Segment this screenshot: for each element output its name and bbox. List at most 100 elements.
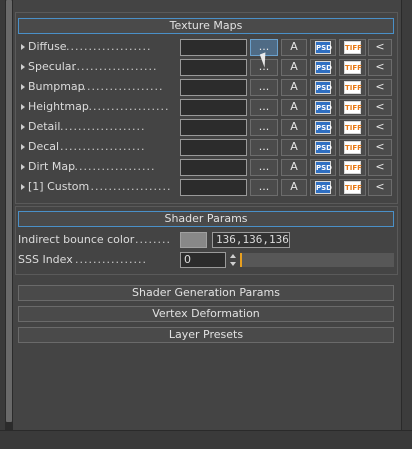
sss-index-row: SSS Index ................ 0: [18, 251, 396, 270]
texture-path-field[interactable]: [180, 139, 247, 156]
texture-row-label: Detail: [28, 120, 61, 133]
sss-index-spinner[interactable]: [229, 252, 238, 268]
color-swatch[interactable]: [180, 232, 207, 248]
expand-arrow-icon[interactable]: [21, 164, 25, 170]
bottom-bar: [0, 430, 412, 449]
tiff-file-icon: TIFF: [344, 41, 362, 54]
psd-button[interactable]: PSD: [310, 179, 336, 196]
texture-row-label: Dirt Map: [28, 160, 76, 173]
collapse-button[interactable]: <: [368, 39, 392, 56]
texture-maps-header[interactable]: Texture Maps: [18, 18, 394, 34]
spinner-up-icon[interactable]: [230, 254, 236, 258]
psd-button[interactable]: PSD: [310, 59, 336, 76]
expand-arrow-icon[interactable]: [21, 144, 25, 150]
psd-button[interactable]: PSD: [310, 159, 336, 176]
dot-leader: ...................: [78, 80, 164, 93]
browse-button[interactable]: ...: [250, 79, 278, 96]
psd-file-icon: PSD: [315, 141, 332, 154]
psd-button[interactable]: PSD: [310, 79, 336, 96]
tiff-file-icon: TIFF: [344, 181, 362, 194]
tiff-file-icon: TIFF: [344, 161, 362, 174]
indirect-bounce-color-row: Indirect bounce color ........ 136,136,1…: [18, 231, 396, 250]
tiff-button[interactable]: TIFF: [339, 139, 366, 156]
psd-file-icon: PSD: [315, 181, 332, 194]
texture-path-field[interactable]: [180, 59, 247, 76]
color-value-field[interactable]: 136,136,136: [212, 232, 290, 248]
a-button[interactable]: A: [281, 79, 307, 96]
texture-path-field[interactable]: [180, 99, 247, 116]
a-button[interactable]: A: [281, 59, 307, 76]
texture-path-field[interactable]: [180, 39, 247, 56]
expand-arrow-icon[interactable]: [21, 104, 25, 110]
texture-row: Specular...................... A PSD TIFF <: [18, 58, 396, 77]
collapse-button[interactable]: <: [368, 139, 392, 156]
a-button[interactable]: A: [281, 39, 307, 56]
dot-leader: ...................: [60, 140, 146, 153]
dot-leader: ...................: [70, 160, 156, 173]
texture-path-field[interactable]: [180, 79, 247, 96]
scrollbar-thumb[interactable]: [6, 0, 12, 422]
a-button[interactable]: A: [281, 139, 307, 156]
psd-file-icon: PSD: [315, 161, 332, 174]
dot-leader: ...................: [66, 40, 152, 53]
collapse-button[interactable]: <: [368, 59, 392, 76]
browse-button[interactable]: ...: [250, 159, 278, 176]
tiff-file-icon: TIFF: [344, 141, 362, 154]
expand-arrow-icon[interactable]: [21, 124, 25, 130]
expand-arrow-icon[interactable]: [21, 44, 25, 50]
tiff-file-icon: TIFF: [344, 61, 362, 74]
texture-path-field[interactable]: [180, 119, 247, 136]
tiff-file-icon: TIFF: [344, 101, 362, 114]
spinner-down-icon[interactable]: [230, 262, 236, 266]
shader-generation-params-header[interactable]: Shader Generation Params: [18, 285, 394, 301]
browse-button[interactable]: ...: [250, 179, 278, 196]
collapse-button[interactable]: <: [368, 99, 392, 116]
shader-params-header[interactable]: Shader Params: [18, 211, 394, 227]
material-panel: Texture Maps Diffuse....................…: [13, 0, 401, 430]
right-panel-edge: [401, 0, 412, 430]
browse-button[interactable]: ...: [250, 119, 278, 136]
browse-button[interactable]: ...: [250, 139, 278, 156]
texture-row: Detail...................... A PSD TIFF <: [18, 118, 396, 137]
sss-index-slider[interactable]: [240, 253, 394, 267]
expand-arrow-icon[interactable]: [21, 64, 25, 70]
texture-row-label: Specular: [28, 60, 77, 73]
tiff-button[interactable]: TIFF: [339, 39, 366, 56]
sss-index-input[interactable]: 0: [180, 252, 226, 268]
psd-button[interactable]: PSD: [310, 99, 336, 116]
tiff-button[interactable]: TIFF: [339, 159, 366, 176]
texture-row: Bumpmap...................... A PSD TIFF <: [18, 78, 396, 97]
texture-row-label: Bumpmap: [28, 80, 85, 93]
texture-row-label: Heightmap: [28, 100, 89, 113]
tiff-button[interactable]: TIFF: [339, 59, 366, 76]
browse-button[interactable]: ...: [250, 99, 278, 116]
a-button[interactable]: A: [281, 159, 307, 176]
tiff-button[interactable]: TIFF: [339, 99, 366, 116]
dot-leader: ...................: [60, 120, 146, 133]
a-button[interactable]: A: [281, 119, 307, 136]
psd-button[interactable]: PSD: [310, 139, 336, 156]
tiff-button[interactable]: TIFF: [339, 119, 366, 136]
vertex-deformation-header[interactable]: Vertex Deformation: [18, 306, 394, 322]
collapse-button[interactable]: <: [368, 179, 392, 196]
tiff-file-icon: TIFF: [344, 81, 362, 94]
dot-leader: ...................: [86, 180, 172, 193]
slider-fill: [240, 253, 242, 267]
texture-row-label: Diffuse: [28, 40, 67, 53]
psd-button[interactable]: PSD: [310, 119, 336, 136]
collapse-button[interactable]: <: [368, 79, 392, 96]
collapse-button[interactable]: <: [368, 159, 392, 176]
expand-arrow-icon[interactable]: [21, 84, 25, 90]
texture-path-field[interactable]: [180, 179, 247, 196]
collapse-button[interactable]: <: [368, 119, 392, 136]
a-button[interactable]: A: [281, 99, 307, 116]
indirect-bounce-color-label: Indirect bounce color: [18, 233, 135, 246]
layer-presets-header[interactable]: Layer Presets: [18, 327, 394, 343]
tiff-button[interactable]: TIFF: [339, 179, 366, 196]
a-button[interactable]: A: [281, 179, 307, 196]
expand-arrow-icon[interactable]: [21, 184, 25, 190]
psd-file-icon: PSD: [315, 41, 332, 54]
tiff-button[interactable]: TIFF: [339, 79, 366, 96]
texture-path-field[interactable]: [180, 159, 247, 176]
psd-button[interactable]: PSD: [310, 39, 336, 56]
